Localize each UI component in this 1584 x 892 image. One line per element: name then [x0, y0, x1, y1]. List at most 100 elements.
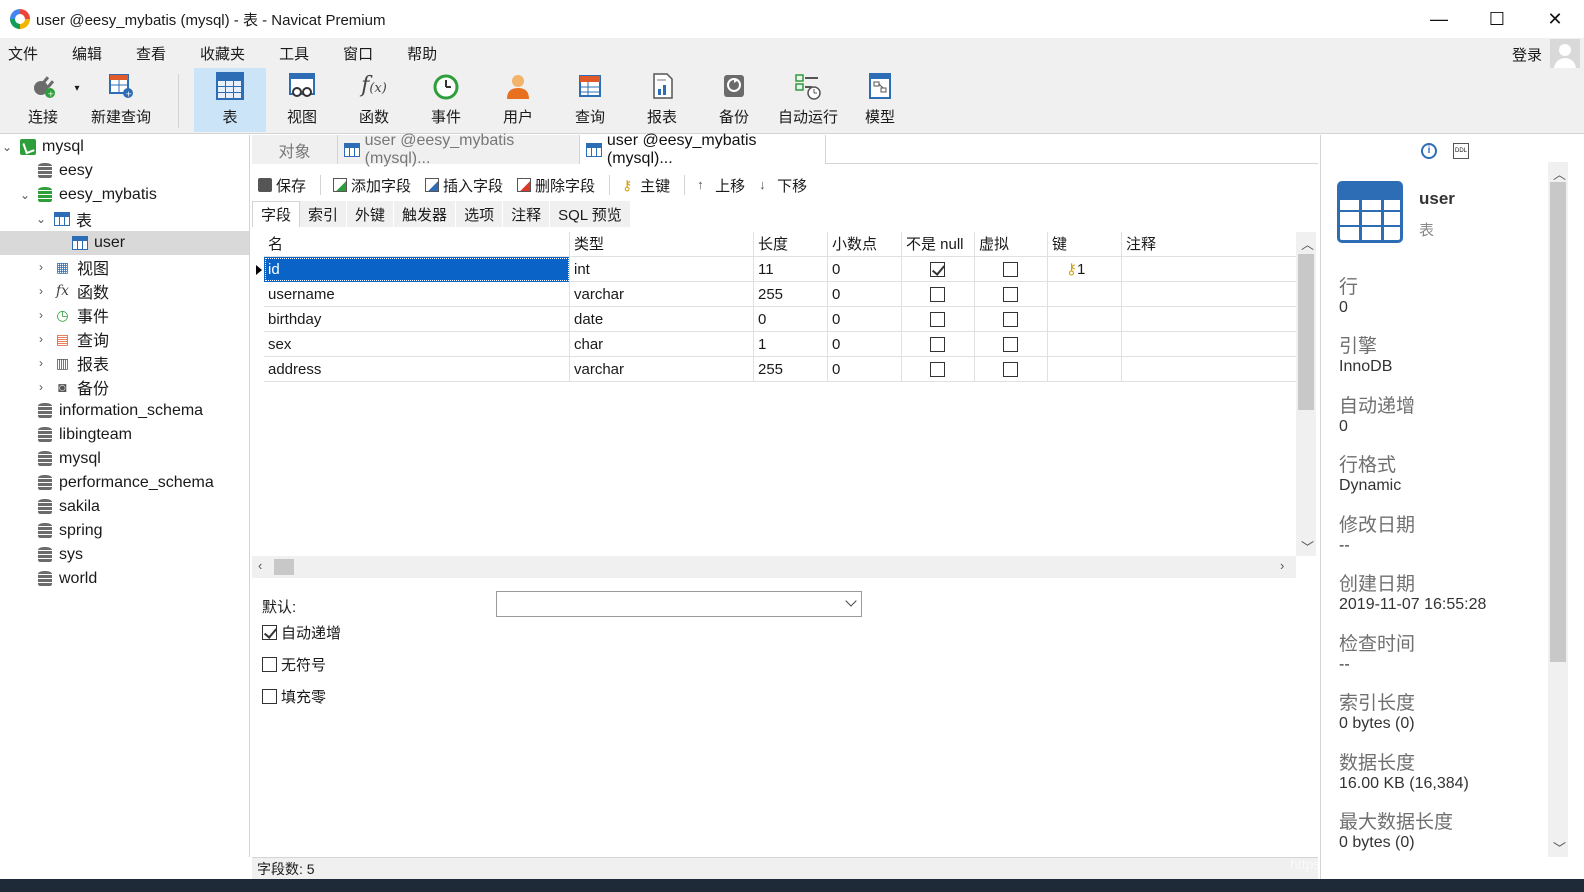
scroll-right-icon[interactable]: ›	[1280, 558, 1284, 573]
not-null-checkbox[interactable]	[930, 287, 945, 302]
grid-vertical-scrollbar[interactable]: ︿ ﹀	[1296, 232, 1316, 556]
menu-help[interactable]: 帮助	[399, 43, 451, 64]
menu-favorites[interactable]: 收藏夹	[192, 43, 259, 64]
unsigned-option[interactable]: 无符号	[262, 654, 326, 675]
tree-db-eesy-mybatis[interactable]: ⌄ eesy_mybatis	[0, 183, 249, 207]
event-button[interactable]: 事件	[410, 68, 482, 132]
info-panel-scrollbar[interactable]: ︿ ﹀	[1548, 162, 1568, 857]
function-button[interactable]: f(x) 函数	[338, 68, 410, 132]
key-cell[interactable]	[1048, 307, 1122, 332]
key-cell[interactable]	[1048, 332, 1122, 357]
add-field-button[interactable]: 添加字段	[333, 175, 411, 196]
tree-node-backups[interactable]: › ◙ 备份	[0, 375, 249, 399]
field-name-cell[interactable]: birthday	[264, 307, 570, 332]
field-decimals-cell[interactable]: 0	[828, 282, 902, 307]
subtab-sql-preview[interactable]: SQL 预览	[550, 201, 631, 227]
subtab-options[interactable]: 选项	[456, 201, 504, 227]
field-decimals-cell[interactable]: 0	[828, 257, 902, 282]
subtab-triggers[interactable]: 触发器	[394, 201, 457, 227]
subtab-foreign-keys[interactable]: 外键	[347, 201, 395, 227]
tree-db-mysql[interactable]: mysql	[0, 447, 249, 471]
field-decimals-cell[interactable]: 0	[828, 307, 902, 332]
virtual-checkbox[interactable]	[1003, 362, 1018, 377]
table-row[interactable]: username varchar 255 0	[264, 282, 1296, 307]
tree-node-reports[interactable]: › ▥ 报表	[0, 351, 249, 375]
field-length-cell[interactable]: 0	[754, 307, 828, 332]
subtab-fields[interactable]: 字段	[252, 201, 301, 227]
table-row[interactable]: id int 11 0 ⚷1	[256, 257, 1296, 282]
tree-db-sys[interactable]: sys	[0, 543, 249, 567]
subtab-comment[interactable]: 注释	[503, 201, 551, 227]
key-cell[interactable]	[1048, 357, 1122, 382]
virtual-checkbox[interactable]	[1003, 337, 1018, 352]
scroll-down-icon[interactable]: ﹀	[1553, 838, 1566, 857]
key-cell[interactable]: ⚷1	[1048, 257, 1122, 282]
field-comment-cell[interactable]	[1122, 282, 1296, 307]
field-length-cell[interactable]: 255	[754, 282, 828, 307]
field-type-cell[interactable]: varchar	[570, 282, 754, 307]
column-header-decimals[interactable]: 小数点	[828, 232, 902, 257]
field-comment-cell[interactable]	[1122, 257, 1296, 282]
menu-window[interactable]: 窗口	[335, 43, 387, 64]
user-button[interactable]: 用户	[482, 68, 554, 132]
info-icon[interactable]: i	[1421, 143, 1437, 159]
query-button[interactable]: 查询	[554, 68, 626, 132]
move-down-button[interactable]: ↓ 下移	[759, 175, 807, 196]
tree-db-world[interactable]: world	[0, 567, 249, 591]
tree-db-information-schema[interactable]: information_schema	[0, 399, 249, 423]
close-button[interactable]: ✕	[1526, 0, 1584, 38]
tree-db-sakila[interactable]: sakila	[0, 495, 249, 519]
menu-edit[interactable]: 编辑	[64, 43, 116, 64]
auto-increment-option[interactable]: 自动递增	[262, 622, 341, 643]
field-type-cell[interactable]: varchar	[570, 357, 754, 382]
not-null-checkbox[interactable]	[930, 362, 945, 377]
tree-db-libingteam[interactable]: libingteam	[0, 423, 249, 447]
scroll-left-icon[interactable]: ‹	[258, 558, 262, 573]
tree-connection-mysql[interactable]: ⌄ mysql	[0, 135, 249, 159]
auto-increment-checkbox[interactable]	[262, 625, 277, 640]
scroll-up-icon[interactable]: ︿	[1553, 164, 1566, 183]
key-cell[interactable]	[1048, 282, 1122, 307]
ddl-icon[interactable]: DDL	[1453, 143, 1469, 159]
tree-node-views[interactable]: › ▦ 视图	[0, 255, 249, 279]
column-header-type[interactable]: 类型	[570, 232, 754, 257]
table-row[interactable]: birthday date 0 0	[264, 307, 1296, 332]
field-comment-cell[interactable]	[1122, 357, 1296, 382]
unsigned-checkbox[interactable]	[262, 657, 277, 672]
tree-node-events[interactable]: › ◷ 事件	[0, 303, 249, 327]
user-avatar-icon[interactable]	[1550, 39, 1580, 69]
column-header-not-null[interactable]: 不是 null	[902, 232, 975, 257]
not-null-checkbox[interactable]	[930, 262, 945, 277]
tree-db-spring[interactable]: spring	[0, 519, 249, 543]
field-comment-cell[interactable]	[1122, 307, 1296, 332]
field-decimals-cell[interactable]: 0	[828, 357, 902, 382]
collapse-chevron-icon[interactable]: ›	[34, 332, 48, 346]
virtual-checkbox[interactable]	[1003, 287, 1018, 302]
tree-db-eesy[interactable]: eesy	[0, 159, 249, 183]
new-query-button[interactable]: + 新建查询	[86, 68, 156, 132]
field-name-cell[interactable]: address	[264, 357, 570, 382]
zerofill-option[interactable]: 填充零	[262, 686, 326, 707]
field-type-cell[interactable]: int	[570, 257, 754, 282]
table-row[interactable]: sex char 1 0	[264, 332, 1296, 357]
table-row[interactable]: address varchar 255 0	[264, 357, 1296, 382]
menu-tools[interactable]: 工具	[271, 43, 323, 64]
virtual-checkbox[interactable]	[1003, 312, 1018, 327]
automation-button[interactable]: 自动运行	[770, 68, 846, 132]
move-up-button[interactable]: ↑ 上移	[697, 175, 745, 196]
field-length-cell[interactable]: 11	[754, 257, 828, 282]
report-button[interactable]: 报表	[626, 68, 698, 132]
field-name-cell[interactable]: sex	[264, 332, 570, 357]
column-header-name[interactable]: 名	[264, 232, 570, 257]
column-header-length[interactable]: 长度	[754, 232, 828, 257]
field-decimals-cell[interactable]: 0	[828, 332, 902, 357]
scrollbar-thumb[interactable]	[274, 559, 294, 575]
field-name-cell[interactable]: id	[264, 257, 570, 282]
primary-key-button[interactable]: ⚷ 主键	[622, 175, 670, 196]
backup-button[interactable]: 备份	[698, 68, 770, 132]
tab-user-design-2[interactable]: user @eesy_mybatis (mysql)...	[580, 132, 826, 167]
field-length-cell[interactable]: 1	[754, 332, 828, 357]
collapse-chevron-icon[interactable]: ›	[34, 260, 48, 274]
minimize-button[interactable]: —	[1410, 0, 1468, 38]
table-button[interactable]: 表	[194, 68, 266, 132]
